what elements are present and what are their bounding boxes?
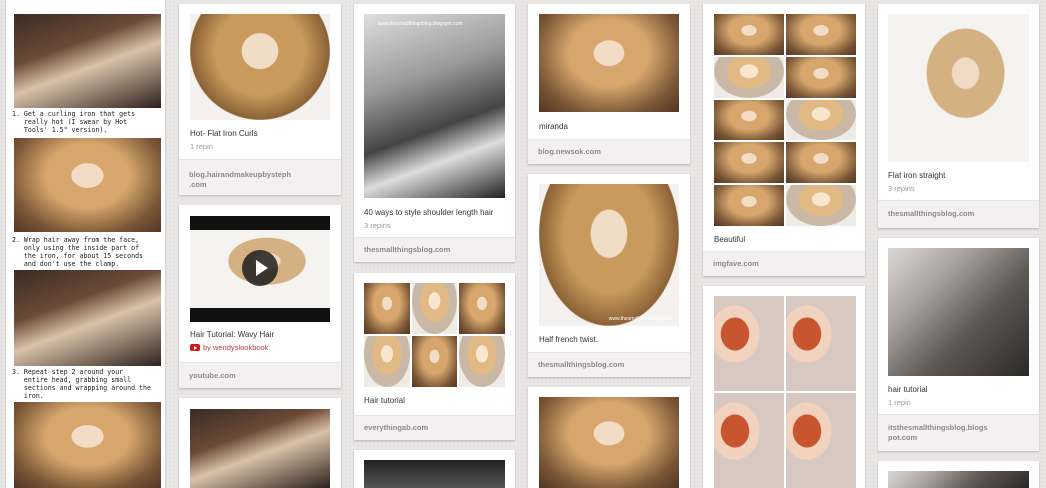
pin-card-shoulder-length[interactable]: www.thesmallthingsblog.blogspot.com 40 w… [354,4,515,262]
pin-image-step2[interactable] [14,138,161,232]
grid-photo [714,393,784,488]
pin-card-half-french-twist[interactable]: www.thesmallthingsblog.com Half french t… [528,174,690,377]
image-watermark: www.thesmallthingsblog.blogspot.com [378,21,463,27]
pin-source-link[interactable]: everythingab.com [364,423,428,433]
pin-description: 40 ways to style shoulder length hair [364,208,494,217]
pin-description: miranda [539,122,568,131]
pin-source-link[interactable]: thesmallthingsblog.com [538,360,624,370]
pin-image-grid[interactable] [714,14,856,226]
pin-repin-count: 1 repin [888,398,911,407]
pin-image[interactable]: www.thesmallthingsblog.com [539,184,679,326]
pin-image[interactable] [190,14,330,120]
pin-card-flat-iron-straight[interactable]: Flat iron straight 3 repins thesmallthin… [878,4,1039,228]
pin-image[interactable] [190,409,330,488]
pin-image[interactable] [888,14,1029,162]
pin-source-link[interactable]: imgfave.com [713,259,759,269]
pin-image-step1[interactable] [14,14,161,108]
pin-step3-text: 3. Repeat step 2 around your entire head… [12,368,151,400]
pin-step2-text: 2. Wrap hair away from the face, only us… [12,236,144,268]
pin-source-link[interactable]: blog.newsok.com [538,147,601,157]
pin-description: Beautiful [714,235,746,244]
pin-image-grid[interactable] [714,296,856,488]
pin-description: Flat iron straight [888,171,946,180]
pin-description: Hair tutorial [364,396,405,405]
image-watermark: www.thesmallthingsblog.com [608,316,673,322]
grid-photo [786,185,856,226]
pin-step1-text: 1. Get a curling iron that gets really h… [12,110,136,134]
grid-photo [714,56,784,98]
pin-source-bar[interactable]: blog.newsok.com [528,139,690,164]
pin-source-link[interactable]: blog.hairandmakeupbysteph .com [189,170,291,190]
grid-photo [411,336,458,387]
pin-source-bar[interactable]: thesmallthingsblog.com [878,200,1039,228]
grid-photo [786,393,856,488]
grid-photo [786,142,856,184]
grid-photo [714,99,784,141]
grid-photo [364,283,410,334]
pin-card-hair-tutorial-bob[interactable]: hair tutorial 1 repin itsthesmallthingsb… [878,238,1039,451]
pin-source-bar[interactable]: thesmallthingsblog.com [354,237,515,262]
pin-repin-count: 1 repin [190,142,213,151]
pin-card-flat-iron-curls[interactable]: Hot- Flat Iron Curls 1 repin blog.hairan… [179,4,341,195]
pin-card-jeweled-clip[interactable] [528,387,690,488]
pin-source-link[interactable]: itsthesmallthingsblog.blogs pot.com [888,423,988,443]
pin-image-grid[interactable] [364,283,505,387]
pin-source-link[interactable]: youtube.com [189,371,236,381]
play-icon[interactable] [242,250,278,286]
pin-card-beautiful-grid[interactable]: Beautiful imgfave.com [703,4,865,276]
grid-photo [786,296,856,391]
grid-photo [459,336,505,387]
pin-description: hair tutorial [888,385,928,394]
pin-source-bar[interactable]: everythingab.com [354,415,515,440]
pin-source-bar[interactable]: imgfave.com [703,251,865,276]
grid-photo [411,283,458,334]
grid-photo [714,142,784,184]
pin-image-step4[interactable] [14,402,161,488]
pin-repin-count: 3 repins [888,184,915,193]
youtube-icon [190,344,200,351]
pin-source-bar[interactable]: youtube.com [179,362,341,388]
pin-source-link[interactable]: thesmallthingsblog.com [364,245,450,255]
grid-photo [786,14,856,55]
grid-photo [714,296,784,391]
pin-description: Half french twist. [539,335,599,344]
video-thumbnail[interactable] [190,216,330,322]
pin-description: Hair Tutorial: Wavy Hair [190,330,275,339]
grid-photo [714,185,784,226]
grid-photo [364,336,410,387]
grid-photo [459,283,505,334]
pin-image[interactable] [539,14,679,112]
pin-source-bar[interactable]: itsthesmallthingsblog.blogs pot.com [878,414,1039,451]
grid-photo [786,56,856,98]
pin-source-bar[interactable]: blog.hairandmakeupbysteph .com [179,159,341,195]
pin-card-curling-steps[interactable]: 1. Get a curling iron that gets really h… [6,0,165,488]
pin-card-video-wavy-hair[interactable]: Hair Tutorial: Wavy Hair by wendyslookbo… [179,205,341,388]
grid-photo [714,14,784,55]
pin-image[interactable]: www.thesmallthingsblog.blogspot.com [364,14,505,198]
pin-card-dark[interactable] [354,450,515,488]
pin-source-bar[interactable]: thesmallthingsblog.com [528,352,690,377]
pin-via-text[interactable]: by wendyslookbook [203,343,268,353]
pin-image[interactable] [888,471,1029,488]
pin-source-link[interactable]: thesmallthingsblog.com [888,209,974,219]
pin-image-step3[interactable] [14,270,161,366]
pin-card-miranda[interactable]: miranda blog.newsok.com [528,4,690,164]
pin-card-hair-tutorial-grid[interactable]: Hair tutorial everythingab.com [354,273,515,440]
pin-image[interactable] [364,460,505,488]
pin-repin-count: 3 repins [364,221,391,230]
pin-image[interactable] [888,248,1029,376]
pin-card-partial[interactable] [878,461,1039,488]
pin-image[interactable] [539,397,679,488]
grid-photo [786,99,856,141]
pin-card-brunette[interactable] [179,398,341,488]
pin-card-red-hair-tutorial[interactable] [703,286,865,488]
pin-description: Hot- Flat Iron Curls [190,129,258,138]
